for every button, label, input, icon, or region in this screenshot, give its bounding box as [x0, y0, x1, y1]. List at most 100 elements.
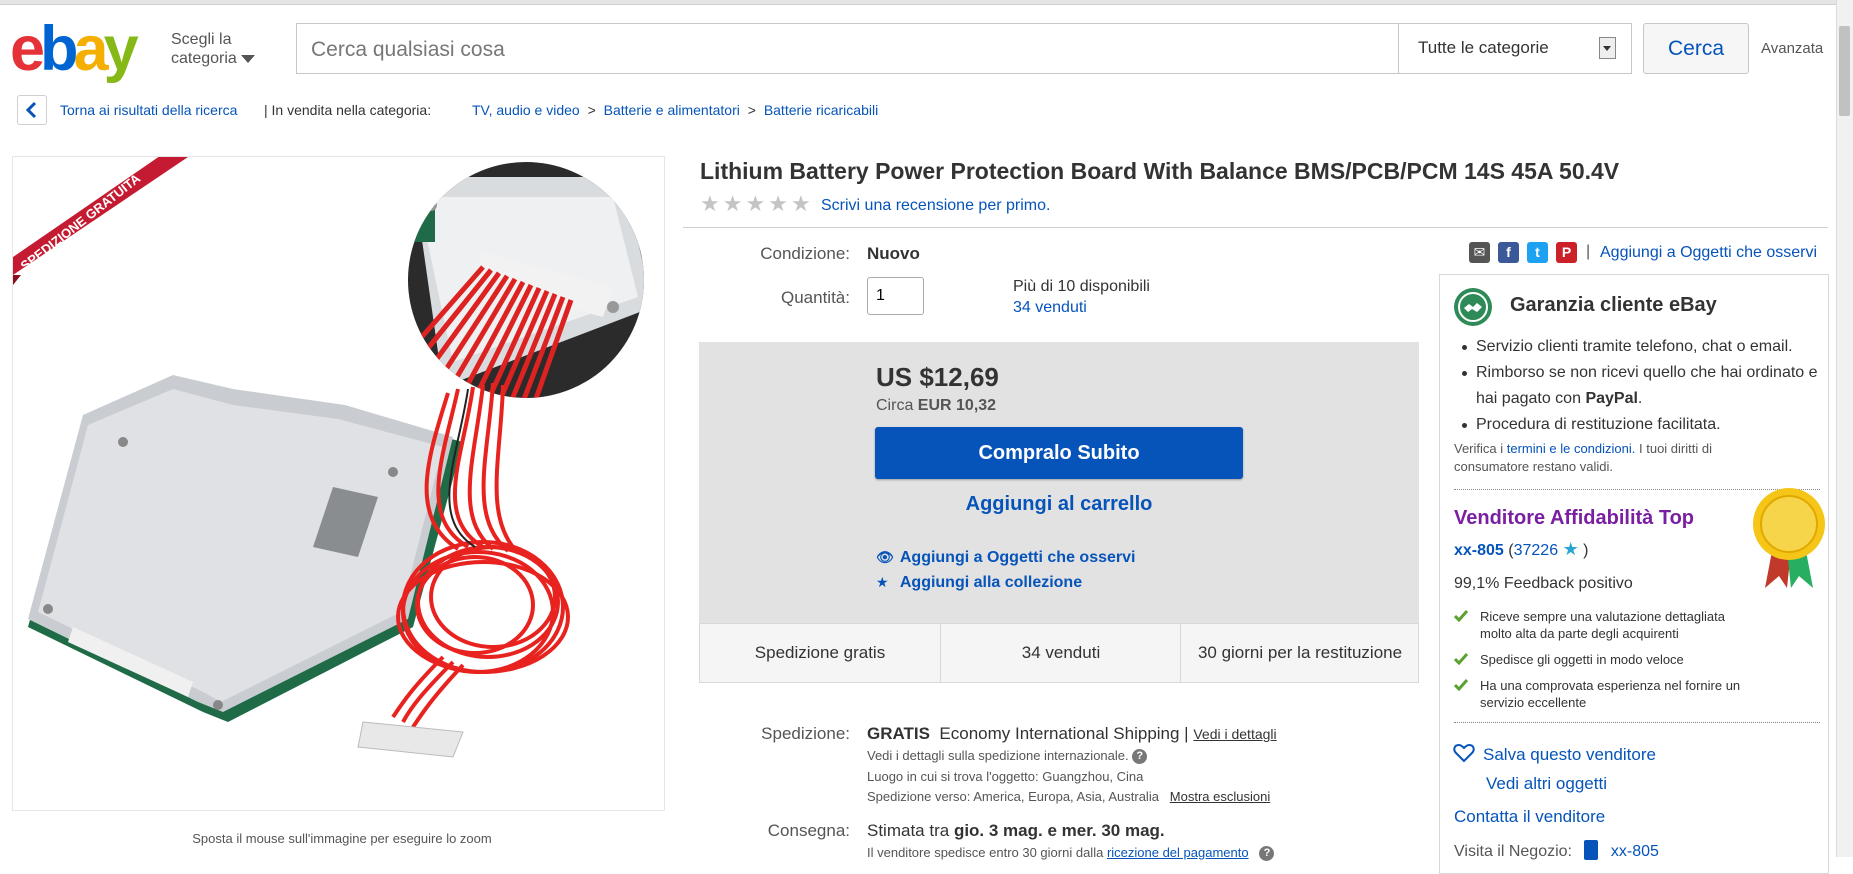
shipping-label: Spedizione:: [761, 724, 850, 743]
seller-name-link[interactable]: xx-805: [1454, 542, 1504, 559]
breadcrumb-item-batterie-ricaricabili[interactable]: Batterie ricaricabili: [764, 102, 878, 118]
help-icon[interactable]: ?: [1132, 749, 1148, 765]
help-icon[interactable]: ?: [1259, 846, 1275, 862]
list-item: Procedura di restituzione facilitata.: [1459, 412, 1819, 438]
quantity-input[interactable]: [867, 277, 924, 315]
terms-link[interactable]: termini e le condizioni.: [1507, 441, 1636, 456]
star-icon: ★: [745, 191, 766, 216]
sold-count-link[interactable]: 34 venduti: [1013, 299, 1087, 317]
search-button[interactable]: Cerca: [1643, 23, 1749, 74]
zoom-caption: Sposta il mouse sull'immagine per esegui…: [192, 831, 492, 846]
price: US $12,69: [876, 362, 999, 392]
dispatch-note: Il venditore spedisce entro 30 giorni da…: [867, 845, 1275, 862]
store-icon: [1584, 840, 1599, 860]
free-shipping-ribbon-text: SPEDIZIONE GRATUITA: [18, 170, 144, 273]
shipping-free: GRATIS: [867, 724, 930, 743]
breadcrumb-prefix: | In vendita nella categoria:: [264, 102, 432, 118]
seller-point-text: Ha una comprovata esperienza nel fornire…: [1480, 678, 1741, 710]
returns-highlight: 30 giorni per la restituzione: [1180, 624, 1419, 682]
shipping-method: Economy International Shipping |: [939, 724, 1189, 743]
facebook-icon[interactable]: f: [1498, 242, 1519, 263]
chevron-down-icon: [240, 54, 255, 63]
see-other-items-link[interactable]: Vedi altri oggetti: [1486, 774, 1607, 794]
zoom-detail-image: [408, 162, 644, 398]
logo-letter: e: [10, 14, 45, 84]
shop-by-category-label: Scegli la categoria: [171, 31, 237, 67]
checkmark-icon: [1454, 653, 1468, 665]
eye-icon: 👁: [876, 549, 894, 565]
share-separator: |: [1586, 243, 1591, 260]
seller-point-text: Riceve sempre una valutazione dettagliat…: [1480, 609, 1725, 641]
add-to-watchlist-link[interactable]: Aggiungi a Oggetti che osservi: [1600, 244, 1817, 262]
contact-seller-link[interactable]: Contatta il venditore: [1454, 807, 1605, 827]
item-title: Lithium Battery Power Protection Board W…: [700, 158, 1620, 184]
star-icon: ★: [768, 191, 788, 216]
scrollbar-thumb[interactable]: [1839, 26, 1850, 116]
write-review-link[interactable]: Scrivi una recensione per primo.: [821, 197, 1050, 215]
save-seller-button[interactable]: Salva questo venditore: [1453, 743, 1656, 765]
divider: [683, 227, 1828, 228]
quantity-label: Quantità:: [781, 288, 850, 307]
search-input[interactable]: [309, 34, 1413, 66]
twitter-icon[interactable]: t: [1527, 242, 1548, 263]
item-location: Luogo in cui si trova l'oggetto: Guangzh…: [867, 769, 1144, 784]
add-to-watchlist-button[interactable]: 👁 Aggiungi a Oggetti che osservi: [876, 549, 1135, 567]
logo-letter: y: [103, 14, 139, 84]
star-icon: ★: [722, 191, 743, 216]
page-scrollbar[interactable]: [1836, 0, 1853, 857]
delivery-estimate: Stimata tra gio. 3 mag. e mer. 30 mag.: [867, 821, 1165, 841]
list-item: Rimborso se non ricevi quello che hai or…: [1459, 360, 1819, 412]
free-shipping-highlight: Spedizione gratis: [754, 643, 886, 662]
shipping-details-link[interactable]: Vedi i dettagli: [1193, 726, 1276, 742]
chevron-left-icon: [25, 101, 37, 119]
checkmark-icon: [1454, 610, 1468, 622]
dropdown-arrow-icon[interactable]: [1599, 37, 1616, 59]
visit-store-label: Visita il Negozio:: [1454, 843, 1572, 860]
top-rated-seller-title: Venditore Affidabilità Top: [1454, 507, 1694, 529]
bms-board: [28, 375, 463, 722]
back-button[interactable]: [17, 95, 47, 125]
ebay-logo[interactable]: ebay: [10, 14, 170, 84]
handshake-icon: [1454, 288, 1492, 326]
back-to-results-link[interactable]: Torna ai risultati della ricerca: [60, 102, 237, 118]
shipping-summary: GRATIS Economy International Shipping | …: [867, 724, 1277, 744]
condition-label: Condizione:: [760, 244, 850, 263]
back-to-results-text[interactable]: Torna ai risultati della ricerca: [60, 102, 237, 118]
approx-prefix: Circa: [876, 397, 914, 414]
delivery-prefix: Stimata tra: [867, 821, 950, 840]
guarantee-list: Servizio clienti tramite telefono, chat …: [1459, 334, 1819, 438]
category-select[interactable]: Tutte le categorie: [1398, 24, 1631, 73]
breadcrumb-item-tv-audio-video[interactable]: TV, audio e video: [472, 102, 580, 118]
delivery-label: Consegna:: [767, 821, 850, 840]
star-icon: ★: [876, 574, 889, 590]
approx-value: EUR 10,32: [917, 397, 997, 414]
product-image[interactable]: SPEDIZIONE GRATUITA: [12, 156, 665, 811]
breadcrumb-item-batterie-alimentatori[interactable]: Batterie e alimentatori: [604, 102, 740, 118]
show-exclusions-link[interactable]: Mostra esclusioni: [1170, 789, 1270, 804]
store-link[interactable]: xx-805: [1611, 843, 1659, 860]
add-to-collection-label: Aggiungi alla collezione: [899, 574, 1083, 591]
add-to-collection-button[interactable]: ★ Aggiungi alla collezione: [876, 574, 1082, 592]
seller-score-link[interactable]: 37226: [1514, 542, 1559, 559]
rating-stars[interactable]: ★ ★ ★ ★ ★: [700, 193, 814, 216]
divider: [1454, 722, 1820, 723]
positive-feedback: 99,1% Feedback positivo: [1454, 575, 1633, 592]
intl-shipping-note-text: Vedi i dettagli sulla spedizione interna…: [867, 748, 1129, 763]
highlights-strip: Spedizione gratis 34 venduti 30 giorni p…: [699, 623, 1419, 683]
guarantee-title: Garanzia cliente eBay: [1510, 294, 1717, 316]
shop-by-category-button[interactable]: Scegli la categoria: [171, 30, 271, 68]
category-select-value: Tutte le categorie: [1418, 38, 1549, 57]
advanced-search-link[interactable]: Avanzata: [1761, 40, 1823, 57]
buy-it-now-button[interactable]: Compralo Subito: [875, 427, 1243, 479]
availability-text: Più di 10 disponibili: [1013, 278, 1150, 295]
checkmark-icon: [1454, 679, 1468, 691]
email-icon[interactable]: ✉: [1469, 242, 1490, 263]
seller-point-text: Spedisce gli oggetti in modo veloce: [1480, 652, 1684, 667]
star-icon: ★: [790, 191, 811, 216]
payment-receipt-link[interactable]: ricezione del pagamento: [1107, 845, 1249, 860]
pinterest-icon[interactable]: P: [1556, 242, 1577, 263]
top-rated-medal-icon: [1753, 488, 1825, 588]
terms-note: Verifica i termini e le condizioni. I tu…: [1454, 440, 1784, 476]
add-to-cart-button[interactable]: Aggiungi al carrello: [875, 493, 1243, 516]
browser-tab-strip: [0, 0, 1853, 5]
